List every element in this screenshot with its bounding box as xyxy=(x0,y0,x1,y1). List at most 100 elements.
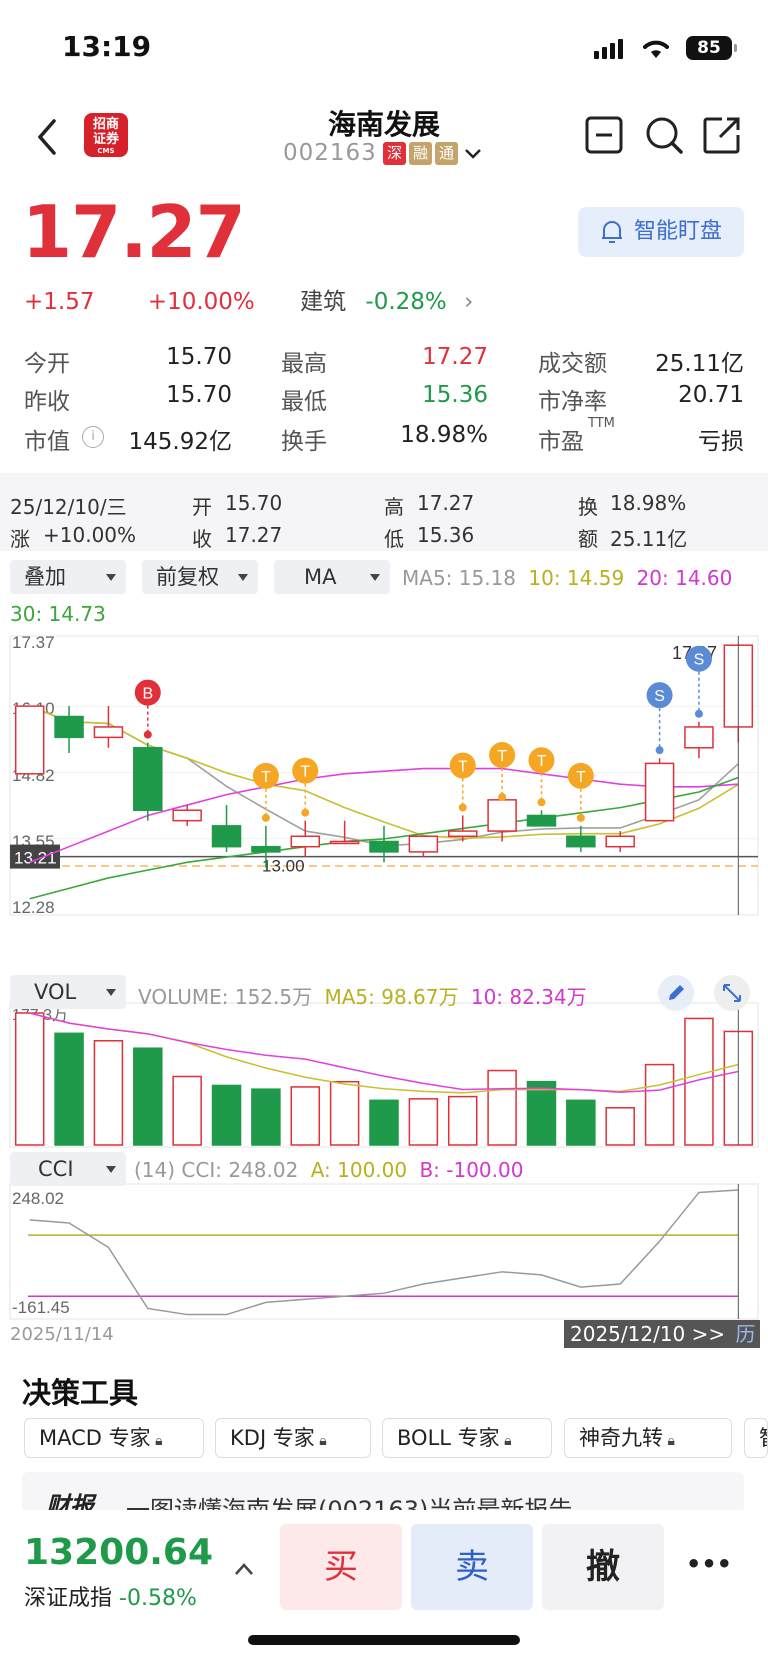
share-icon[interactable] xyxy=(702,115,742,155)
ma5-value: MA5: 15.18 xyxy=(402,566,517,590)
chevron-right-icon[interactable]: › xyxy=(464,289,473,315)
cci-axis-max: 248.02 xyxy=(12,1189,64,1208)
edit-button[interactable] xyxy=(658,975,694,1011)
day-close: 17.27 xyxy=(225,523,283,547)
adjust-dropdown[interactable]: 前复权 xyxy=(142,560,258,594)
volume-bar xyxy=(172,1075,202,1146)
date-start: 2025/11/14 xyxy=(10,1324,114,1345)
index-value[interactable]: 13200.64 xyxy=(24,1532,213,1573)
tool-chip[interactable]: MACD 专家 🔒︎ xyxy=(24,1418,204,1458)
signal-dot xyxy=(458,803,467,812)
candle-body xyxy=(14,705,45,775)
sell-button[interactable]: 卖 xyxy=(411,1524,533,1610)
day-low: 15.36 xyxy=(417,523,475,547)
day-open: 15.70 xyxy=(225,491,283,515)
history-link[interactable]: 历 xyxy=(736,1322,756,1346)
home-indicator xyxy=(248,1635,520,1645)
day-chg-label: 涨 xyxy=(10,527,30,551)
candle-body xyxy=(172,809,202,822)
tool-chip[interactable]: 智 xyxy=(744,1418,768,1458)
stat-label: 今开 xyxy=(24,351,70,377)
signal-dot xyxy=(694,709,703,718)
caret-down-icon xyxy=(106,574,116,581)
more-button[interactable]: ••• xyxy=(686,1550,732,1578)
signal-dot xyxy=(537,798,546,807)
cci-dropdown[interactable]: CCI xyxy=(10,1152,126,1186)
ma-legend: MA5: 15.18 10: 14.59 20: 14.60 xyxy=(402,566,732,590)
overlay-dropdown[interactable]: 叠加 xyxy=(10,560,126,594)
fullscreen-button[interactable] xyxy=(714,975,750,1011)
volume-bar xyxy=(566,1099,596,1146)
tool-chip-label: BOLL 专家 xyxy=(397,1426,500,1450)
volume-bar xyxy=(133,1047,163,1146)
sector-change: -0.28% xyxy=(365,289,447,315)
date-end: 2025/12/10 >> xyxy=(570,1322,726,1346)
candle-body xyxy=(447,830,478,838)
ma30-value: 30: 14.73 xyxy=(10,602,106,626)
overlay-label: 叠加 xyxy=(24,565,66,589)
day-high: 17.27 xyxy=(417,491,475,515)
vol-dropdown[interactable]: VOL xyxy=(10,975,126,1009)
chevron-up-icon[interactable] xyxy=(234,1562,254,1576)
lock-icon: 🔒︎ xyxy=(314,1433,327,1449)
day-info-strip: 25/12/10/三 开 15.70 高 17.27 换 18.98% 涨 +1… xyxy=(0,473,768,551)
signal-label: T xyxy=(576,769,586,786)
candle-body xyxy=(566,835,596,848)
tool-chip-label: 智 xyxy=(759,1426,767,1450)
expand-icon xyxy=(723,984,741,1002)
day-amt-label: 额 xyxy=(578,527,598,551)
smart-watch-button[interactable]: 智能盯盘 xyxy=(578,207,744,257)
stat-value: 17.27 xyxy=(422,344,488,370)
stock-header: 招商 证券 CMS 海南发展 002163 深 融 通 xyxy=(0,95,768,175)
ma10-value: 10: 14.59 xyxy=(528,566,625,590)
signal-label: T xyxy=(261,769,271,786)
cci-axis-min: -161.45 xyxy=(12,1298,70,1317)
tools-title: 决策工具 xyxy=(22,1376,139,1410)
stat-label: 市值 xyxy=(24,429,70,455)
day-turn-label: 换 xyxy=(578,495,598,519)
index-name-row: 深证成指 -0.58% xyxy=(24,1580,197,1612)
ma-dropdown[interactable]: MA xyxy=(274,560,390,594)
stat-value: 15.70 xyxy=(166,344,232,370)
tool-chip[interactable]: KDJ 专家 🔒︎ xyxy=(215,1418,371,1458)
candle-body xyxy=(487,799,517,832)
date-end-badge[interactable]: 2025/12/10 >> 历 xyxy=(564,1320,760,1348)
stat-value: 20.71 xyxy=(678,382,744,408)
ma-label: MA xyxy=(304,565,337,589)
caret-down-icon xyxy=(106,1166,116,1173)
signal-dot xyxy=(301,808,310,817)
remove-watchlist-icon[interactable] xyxy=(584,115,624,155)
day-low-label: 低 xyxy=(384,527,404,551)
cci-legend: (14) CCI: 248.02 A: 100.00 B: -100.00 xyxy=(134,1158,523,1182)
volume-bar xyxy=(251,1088,281,1146)
report-banner[interactable]: 财报 一图读懂海南发展(002163)当前最新报告 xyxy=(22,1472,744,1512)
day-amt: 25.11亿 xyxy=(610,527,688,551)
tool-chip[interactable]: BOLL 专家 🔒︎ xyxy=(382,1418,552,1458)
signal-label: S xyxy=(654,688,665,705)
candle-body xyxy=(211,825,242,848)
volume-bar xyxy=(329,1080,360,1146)
search-icon[interactable] xyxy=(644,115,684,155)
volume-bar xyxy=(93,1040,124,1146)
battery-indicator: 85 xyxy=(686,36,737,60)
stat-value: 18.98% xyxy=(400,422,488,448)
adjust-label: 前复权 xyxy=(156,565,219,589)
buy-button[interactable]: 买 xyxy=(280,1524,402,1610)
sector-link[interactable]: 建筑 xyxy=(300,289,346,315)
cancel-button[interactable]: 撤 xyxy=(542,1524,664,1610)
price-axis-label: 17.37 xyxy=(12,633,55,652)
signal-label: T xyxy=(458,758,468,775)
volume-bar xyxy=(211,1084,242,1146)
candle-body xyxy=(369,840,399,853)
candle-body xyxy=(54,715,84,739)
stat-value: 25.11亿 xyxy=(655,351,744,377)
day-turn: 18.98% xyxy=(610,491,687,515)
chevron-down-icon[interactable] xyxy=(464,148,482,160)
tag-shen: 深 xyxy=(383,142,406,165)
volume-bar xyxy=(369,1099,399,1146)
lock-icon: 🔒︎ xyxy=(499,1433,512,1449)
tag-rong: 融 xyxy=(409,142,432,165)
stat-label: 市盈 xyxy=(538,429,584,455)
candle-body xyxy=(290,835,321,848)
tool-chip[interactable]: 神奇九转 🔒︎ xyxy=(564,1418,732,1458)
